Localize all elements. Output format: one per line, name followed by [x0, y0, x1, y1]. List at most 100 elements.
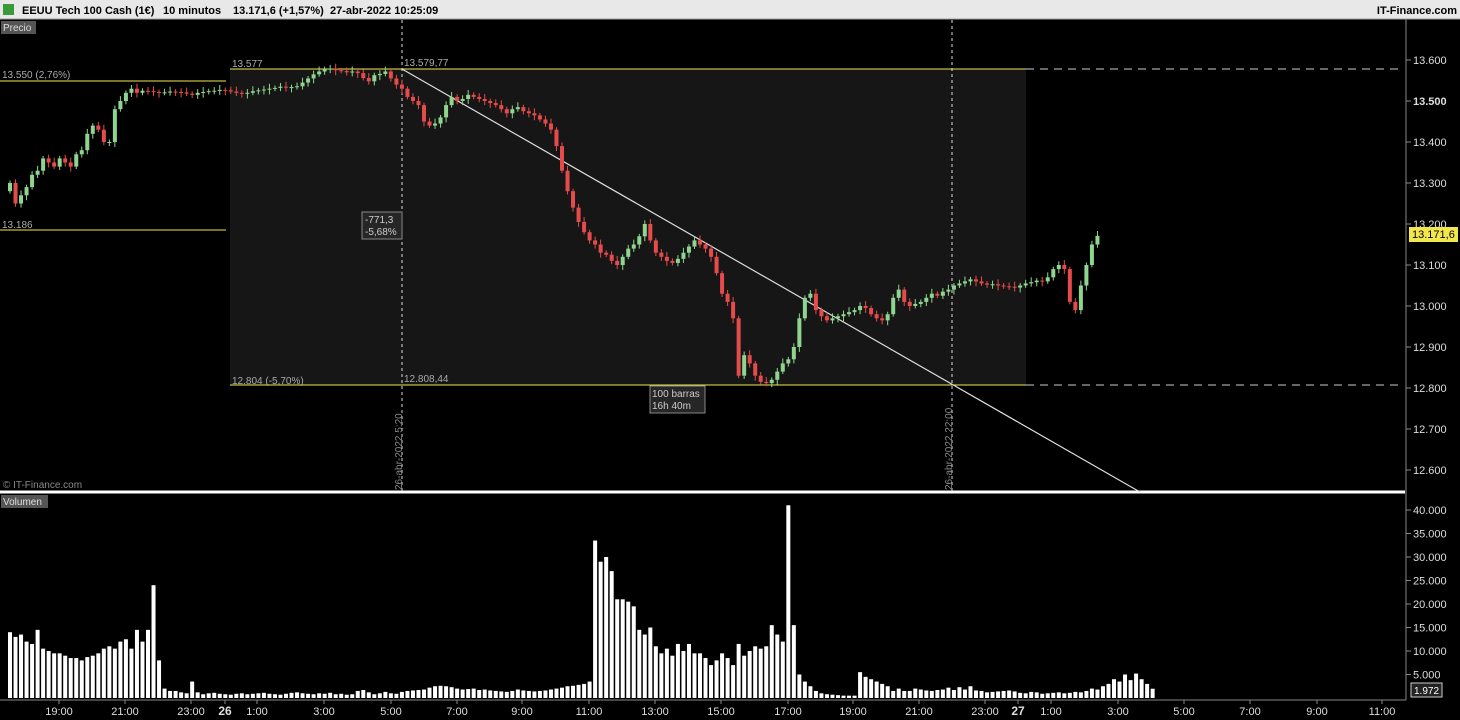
- volume-bar: [648, 627, 653, 698]
- volume-bar: [675, 643, 680, 698]
- candle-body: [30, 174, 35, 188]
- volume-bar: [1089, 688, 1094, 698]
- volume-bar: [239, 693, 244, 698]
- candle-body: [885, 314, 890, 321]
- candle-body: [802, 297, 807, 319]
- candle-body: [118, 101, 123, 110]
- price-tick-label: 13.000: [1413, 301, 1447, 313]
- candle-body: [96, 125, 101, 130]
- time-tick-label: 5:00: [1173, 706, 1194, 718]
- volume-bar: [642, 634, 647, 698]
- volume-bar: [819, 693, 824, 698]
- candle-body: [797, 318, 802, 347]
- candle-body: [560, 146, 564, 171]
- candle-body: [466, 94, 471, 99]
- volume-bar: [300, 693, 305, 698]
- volume-bar: [1018, 692, 1023, 698]
- volume-bar: [228, 694, 233, 698]
- candle-body: [791, 347, 796, 360]
- last-price-change: 13.171,6 (+1,57%): [233, 5, 324, 17]
- candle-body: [565, 170, 570, 192]
- candle-body: [355, 71, 360, 74]
- volume-bar: [962, 689, 967, 698]
- candle-body: [19, 195, 24, 204]
- candle-body: [74, 154, 79, 167]
- candle-body: [891, 297, 896, 315]
- candle-body: [1023, 283, 1028, 286]
- change-percent: -5,68%: [365, 227, 397, 238]
- candle-body: [140, 90, 145, 93]
- volume-bar: [946, 687, 951, 698]
- candle-body: [664, 256, 669, 261]
- candle-body: [339, 70, 344, 72]
- volume-bar: [869, 679, 874, 698]
- price-tick-label: 12.600: [1413, 465, 1447, 477]
- volume-bar: [322, 693, 327, 698]
- volume-bar: [107, 646, 112, 698]
- candle-body: [245, 92, 250, 94]
- price-panel-label: Precio: [3, 23, 32, 34]
- time-tick-label: 7:00: [1239, 706, 1260, 718]
- timeframe-label[interactable]: 10 minutos: [163, 5, 221, 17]
- volume-bar: [1139, 679, 1144, 698]
- volume-tick-label: 20.000: [1413, 599, 1447, 611]
- volume-bar: [830, 694, 835, 698]
- volume-bar: [118, 641, 123, 698]
- candle-body: [52, 162, 57, 167]
- candle-body: [824, 316, 829, 321]
- candle-body: [1062, 265, 1067, 270]
- candle-body: [394, 78, 399, 85]
- volume-bar: [245, 694, 250, 698]
- box-high-label: 13.577: [232, 59, 263, 70]
- candle-body: [1067, 269, 1072, 302]
- volume-bar: [30, 643, 35, 698]
- volume-bar: [168, 690, 173, 698]
- volume-bar: [532, 691, 537, 698]
- volume-bar: [824, 694, 829, 698]
- volume-bar: [725, 658, 730, 698]
- volume-bar: [140, 641, 145, 698]
- candle-body: [311, 74, 316, 79]
- candle-body: [179, 91, 184, 93]
- volume-bar: [847, 695, 852, 698]
- candle-body: [438, 117, 443, 124]
- price-tick-label: 13.300: [1413, 178, 1447, 190]
- volume-bar: [852, 695, 857, 698]
- candle-body: [780, 363, 785, 372]
- candle-body: [918, 301, 923, 304]
- volume-bar: [1128, 680, 1133, 698]
- candle-body: [698, 240, 702, 245]
- candle-body: [162, 92, 167, 94]
- candle-body: [510, 109, 515, 114]
- volume-tick-label: 5.000: [1413, 670, 1441, 682]
- volume-bar: [1056, 692, 1061, 698]
- candle-body: [8, 183, 12, 192]
- candle-body: [974, 279, 978, 282]
- volume-bar: [284, 693, 288, 698]
- volume-tick-label: 30.000: [1413, 552, 1447, 564]
- time-tick-label: 21:00: [905, 706, 933, 718]
- volume-panel-label: Volumen: [3, 497, 42, 508]
- volume-bar: [1040, 693, 1045, 698]
- volume-bar: [306, 693, 311, 698]
- candle-body: [1051, 269, 1056, 278]
- candle-body: [410, 96, 415, 101]
- volume-bar: [471, 688, 476, 698]
- candle-body: [554, 129, 559, 147]
- time-tick-label: 23:00: [177, 706, 205, 718]
- volume-tick-label: 40.000: [1413, 505, 1447, 517]
- candle-body: [1001, 285, 1006, 287]
- candle-body: [239, 92, 244, 94]
- candle-body: [598, 244, 603, 253]
- volume-bar: [57, 653, 62, 698]
- volume-bar: [582, 683, 587, 698]
- volume-bar: [515, 689, 520, 698]
- price-tick-label: 13.500: [1413, 96, 1447, 108]
- volume-bar: [438, 685, 443, 698]
- volume-bar: [957, 687, 962, 698]
- volume-bar: [123, 639, 128, 698]
- candle-body: [1084, 265, 1089, 286]
- candle-body: [444, 105, 449, 118]
- candle-body: [571, 191, 576, 208]
- volume-bar: [96, 653, 101, 698]
